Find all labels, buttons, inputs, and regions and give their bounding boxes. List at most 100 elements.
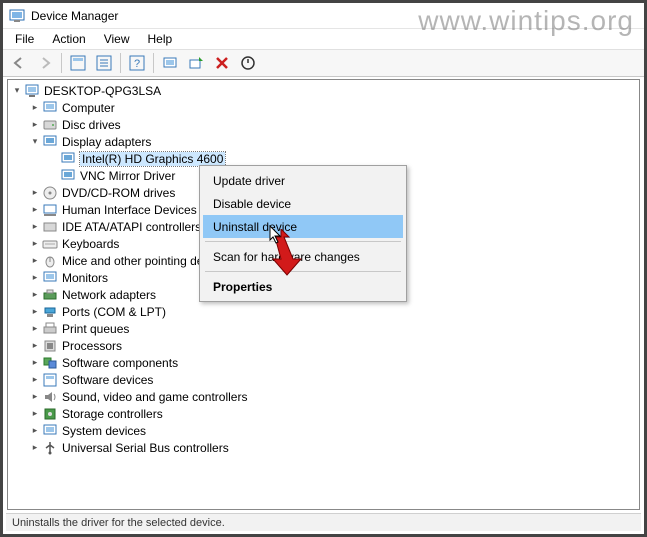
cpu-icon: [42, 338, 58, 354]
window-title: Device Manager: [31, 9, 118, 23]
tree-root[interactable]: ▾ DESKTOP-QPG3LSA: [10, 82, 639, 99]
expand-icon[interactable]: ▸: [28, 118, 42, 132]
ide-icon: [42, 219, 58, 235]
label: System devices: [62, 424, 146, 438]
expand-icon[interactable]: ▸: [28, 288, 42, 302]
menu-action[interactable]: Action: [44, 31, 93, 47]
context-uninstall-device[interactable]: Uninstall device: [203, 215, 403, 238]
toolbar-separator: [120, 53, 121, 73]
app-icon: [9, 8, 25, 24]
computer-icon: [24, 83, 40, 99]
expand-icon[interactable]: ▸: [28, 305, 42, 319]
label: VNC Mirror Driver: [80, 169, 175, 183]
menu-help[interactable]: Help: [140, 31, 181, 47]
show-hidden-button[interactable]: [66, 51, 90, 75]
label: Universal Serial Bus controllers: [62, 441, 229, 455]
sw-component-icon: [42, 355, 58, 371]
collapse-icon[interactable]: ▾: [28, 135, 42, 149]
tree-item-usb[interactable]: ▸ Universal Serial Bus controllers: [10, 439, 639, 456]
label: DVD/CD-ROM drives: [62, 186, 175, 200]
back-button[interactable]: [7, 51, 31, 75]
label: IDE ATA/ATAPI controllers: [62, 220, 201, 234]
toolbar: ?: [3, 49, 644, 77]
menu-file[interactable]: File: [7, 31, 42, 47]
update-driver-button[interactable]: [184, 51, 208, 75]
root-label: DESKTOP-QPG3LSA: [44, 84, 161, 98]
status-bar: Uninstalls the driver for the selected d…: [6, 513, 641, 531]
expand-icon[interactable]: ▸: [28, 407, 42, 421]
label: Network adapters: [62, 288, 156, 302]
context-scan-hardware[interactable]: Scan for hardware changes: [203, 245, 403, 268]
expand-icon[interactable]: ▸: [28, 339, 42, 353]
tree-item-disk-drives[interactable]: ▸Disc drives: [10, 116, 639, 133]
label: Computer: [62, 101, 115, 115]
label: Keyboards: [62, 237, 119, 251]
sound-icon: [42, 389, 58, 405]
keyboard-icon: [42, 236, 58, 252]
expand-icon[interactable]: ▸: [28, 441, 42, 455]
port-icon: [42, 304, 58, 320]
status-text: Uninstalls the driver for the selected d…: [12, 517, 225, 529]
expand-icon[interactable]: ▸: [28, 356, 42, 370]
display-icon: [42, 134, 58, 150]
tree-item-sw-devices[interactable]: ▸ Software devices: [10, 371, 639, 388]
usb-icon: [42, 440, 58, 456]
context-disable-device[interactable]: Disable device: [203, 192, 403, 215]
label: Sound, video and game controllers: [62, 390, 247, 404]
tree-item-sound[interactable]: ▸ Sound, video and game controllers: [10, 388, 639, 405]
expand-icon[interactable]: ▸: [28, 237, 42, 251]
display-icon: [60, 168, 76, 184]
collapse-icon[interactable]: ▾: [10, 84, 24, 98]
toolbar-separator: [61, 53, 62, 73]
dvd-icon: [42, 185, 58, 201]
tree-item-display-adapters[interactable]: ▾ Display adapters: [10, 133, 639, 150]
expand-icon[interactable]: ▸: [28, 390, 42, 404]
properties-button[interactable]: [92, 51, 116, 75]
forward-button[interactable]: [33, 51, 57, 75]
tree-item-print-queues[interactable]: ▸ Print queues: [10, 320, 639, 337]
help-button[interactable]: ?: [125, 51, 149, 75]
expand-icon[interactable]: ▸: [28, 271, 42, 285]
menu-view[interactable]: View: [96, 31, 138, 47]
uninstall-button[interactable]: [210, 51, 234, 75]
context-properties[interactable]: Properties: [203, 275, 403, 298]
label: Software devices: [62, 373, 153, 387]
label: Intel(R) HD Graphics 4600: [80, 152, 225, 166]
expand-icon[interactable]: ▸: [28, 186, 42, 200]
label: Storage controllers: [62, 407, 163, 421]
tree-item-storage[interactable]: ▸ Storage controllers: [10, 405, 639, 422]
expand-icon[interactable]: ▸: [28, 203, 42, 217]
storage-icon: [42, 406, 58, 422]
label: Ports (COM & LPT): [62, 305, 166, 319]
label: Display adapters: [62, 135, 151, 149]
label: Processors: [62, 339, 122, 353]
tree-item-system[interactable]: ▸ System devices: [10, 422, 639, 439]
monitor-icon: [42, 270, 58, 286]
tree-item-ports[interactable]: ▸ Ports (COM & LPT): [10, 303, 639, 320]
disable-button[interactable]: [236, 51, 260, 75]
label: Print queues: [62, 322, 129, 336]
tree-item-processors[interactable]: ▸ Processors: [10, 337, 639, 354]
spacer: [46, 169, 60, 183]
toolbar-separator: [153, 53, 154, 73]
expand-icon[interactable]: ▸: [28, 424, 42, 438]
svg-text:?: ?: [134, 58, 140, 70]
expand-icon[interactable]: ▸: [28, 373, 42, 387]
tree-item-computer[interactable]: ▸ Computer: [10, 99, 639, 116]
computer-icon: [42, 100, 58, 116]
expand-icon[interactable]: ▸: [28, 220, 42, 234]
label: Monitors: [62, 271, 108, 285]
sw-device-icon: [42, 372, 58, 388]
system-icon: [42, 423, 58, 439]
scan-button[interactable]: [158, 51, 182, 75]
tree-item-sw-components[interactable]: ▸ Software components: [10, 354, 639, 371]
expand-icon[interactable]: ▸: [28, 101, 42, 115]
hid-icon: [42, 202, 58, 218]
label: Software components: [62, 356, 178, 370]
expand-icon[interactable]: ▸: [28, 322, 42, 336]
mouse-icon: [42, 253, 58, 269]
disk-icon: [42, 117, 58, 133]
expand-icon[interactable]: ▸: [28, 254, 42, 268]
context-update-driver[interactable]: Update driver: [203, 169, 403, 192]
spacer: [46, 152, 60, 166]
